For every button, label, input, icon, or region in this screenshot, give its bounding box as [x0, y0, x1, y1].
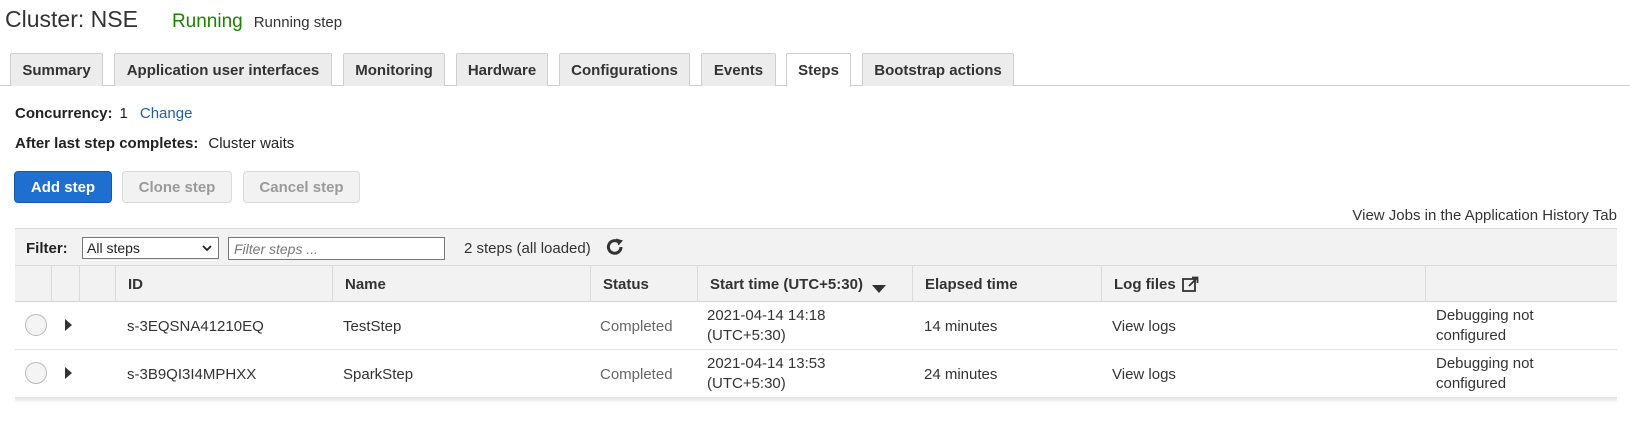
filter-steps-input[interactable]: Filter steps ... [228, 237, 445, 260]
debugging-status: Debugging not configured [1424, 350, 1534, 398]
tab-steps[interactable]: Steps [786, 53, 851, 87]
page-header: Cluster: NSE Running Running step [5, 6, 342, 40]
cluster-title: Cluster: NSE [5, 6, 138, 32]
after-last-step-label: After last step completes: [15, 134, 199, 152]
debugging-line-2: configured [1436, 327, 1507, 344]
column-header-status[interactable]: Status [590, 266, 698, 302]
cluster-state: Running [171, 11, 243, 32]
view-logs-link[interactable]: View logs [1100, 302, 1176, 350]
step-id: s-3EQSNA41210EQ [127, 317, 264, 335]
concurrency-row: Concurrency: 1 Change [15, 103, 192, 123]
step-id: s-3B9QI3I4MPHXX [127, 365, 257, 383]
column-header-log-files: Log files [1101, 266, 1425, 302]
table-row[interactable]: s-3EQSNA41210EQ TestStep Completed 2021-… [15, 302, 1617, 350]
row-select-radio[interactable] [25, 314, 47, 336]
debug-column-header [1425, 266, 1617, 302]
external-link-icon [1181, 276, 1199, 293]
sort-descending-icon [871, 280, 886, 297]
start-time-date: 2021-04-14 13:53 [707, 355, 826, 372]
step-name: SparkStep [343, 365, 414, 383]
tab-bar: Summary Application user interfaces Moni… [0, 53, 1630, 87]
row-select-radio[interactable] [25, 362, 47, 384]
debugging-status: Debugging not configured [1424, 302, 1534, 350]
tab-application-user-interfaces[interactable]: Application user interfaces [114, 53, 332, 86]
cancel-step-button[interactable]: Cancel step [243, 171, 360, 203]
column-header-name[interactable]: Name [332, 266, 590, 302]
spacer-column-header [79, 266, 115, 302]
step-name: TestStep [343, 317, 402, 335]
table-row[interactable]: s-3B9QI3I4MPHXX SparkStep Completed 2021… [15, 350, 1617, 398]
steps-table: ID Name Status Start time (UTC+5:30) Ela… [15, 266, 1617, 402]
chevron-down-icon [201, 242, 213, 257]
tab-bootstrap-actions[interactable]: Bootstrap actions [862, 53, 1014, 86]
column-header-id[interactable]: ID [115, 266, 333, 302]
start-time-date: 2021-04-14 14:18 [707, 307, 826, 324]
filter-bar: Filter: All steps Filter steps ... 2 ste… [15, 228, 1617, 266]
start-time-zone: (UTC+5:30) [707, 375, 786, 392]
step-elapsed: 14 minutes [924, 317, 998, 335]
step-elapsed: 24 minutes [924, 365, 998, 383]
step-start-time: 2021-04-14 13:53 (UTC+5:30) [695, 350, 825, 398]
step-status: Completed [600, 317, 673, 335]
expand-column-header [51, 266, 79, 302]
concurrency-label: Concurrency: [15, 104, 113, 122]
debugging-line-1: Debugging not [1436, 355, 1534, 372]
refresh-icon[interactable] [604, 236, 626, 258]
application-history-link[interactable]: View Jobs in the Application History Tab [1352, 207, 1617, 224]
step-status: Completed [600, 365, 673, 383]
expand-row-icon[interactable] [65, 319, 72, 331]
view-logs-link[interactable]: View logs [1100, 350, 1176, 398]
tab-events[interactable]: Events [701, 53, 776, 86]
step-start-time: 2021-04-14 14:18 (UTC+5:30) [695, 302, 825, 350]
tab-hardware[interactable]: Hardware [456, 53, 548, 86]
column-header-elapsed-time[interactable]: Elapsed time [912, 266, 1101, 302]
debugging-line-2: configured [1436, 375, 1507, 392]
start-time-zone: (UTC+5:30) [707, 327, 786, 344]
step-filter-select[interactable]: All steps [82, 237, 219, 259]
start-time-label: Start time (UTC+5:30) [710, 275, 863, 293]
after-last-step-row: After last step completes: Cluster waits [15, 133, 294, 153]
expand-row-icon[interactable] [65, 367, 72, 379]
change-concurrency-link[interactable]: Change [140, 105, 193, 122]
cluster-substate: Running step [253, 14, 343, 31]
tab-configurations[interactable]: Configurations [559, 53, 690, 86]
clone-step-button[interactable]: Clone step [122, 171, 232, 203]
filter-label: Filter: [26, 240, 68, 257]
add-step-button[interactable]: Add step [14, 171, 112, 203]
debugging-line-1: Debugging not [1436, 307, 1534, 324]
step-filter-select-value: All steps [87, 240, 140, 256]
column-header-start-time[interactable]: Start time (UTC+5:30) [697, 266, 913, 302]
steps-count: 2 steps (all loaded) [464, 240, 591, 257]
select-column-header [15, 266, 51, 302]
concurrency-value: 1 [119, 104, 128, 122]
tab-monitoring[interactable]: Monitoring [343, 53, 445, 86]
table-header: ID Name Status Start time (UTC+5:30) Ela… [15, 266, 1617, 302]
tab-summary[interactable]: Summary [10, 53, 103, 86]
log-files-label: Log files [1114, 275, 1176, 293]
after-last-step-value: Cluster waits [208, 134, 295, 152]
table-bottom-edge [15, 398, 1617, 402]
